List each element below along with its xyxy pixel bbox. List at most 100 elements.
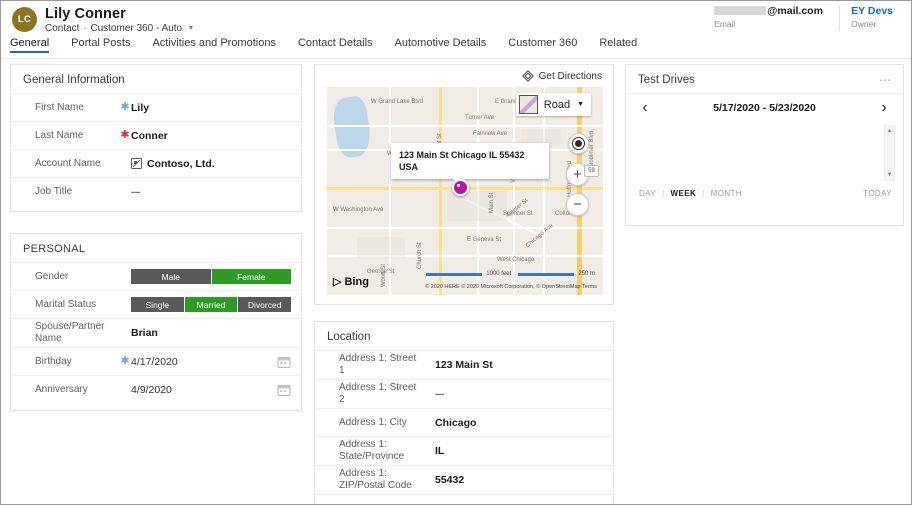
field-first-name[interactable]: First Name ✱ Lily (11, 93, 301, 121)
field-spouse-partner-name[interactable]: Spouse/Partner Name Brian (11, 318, 301, 347)
account-name-value-wrap: Contoso, Ltd. (131, 158, 291, 170)
get-directions-button[interactable]: Get Directions (521, 70, 602, 82)
calendar-body[interactable]: ▲ ▼ (626, 123, 903, 185)
calendar-navigation: ‹ 5/17/2020 - 5/23/2020 › (626, 93, 903, 123)
avatar: LC (12, 7, 37, 32)
tab-customer-360[interactable]: Customer 360 (508, 37, 577, 53)
next-period-button[interactable]: › (875, 100, 893, 116)
view-week[interactable]: WEEK (671, 189, 697, 198)
tab-related[interactable]: Related (599, 37, 637, 53)
map-street-label: E Geneva St (467, 237, 502, 243)
tab-portal-posts[interactable]: Portal Posts (71, 37, 130, 53)
view-separator: | (662, 189, 665, 198)
map-road (439, 87, 442, 295)
map-canvas[interactable]: W Grand Lake Blvd E Grand Lake Turner Av… (327, 87, 603, 295)
scale-metric-label: 250 m (578, 271, 595, 277)
field-address-city[interactable]: Address 1: City Chicago (315, 408, 613, 436)
location-title: Location (327, 331, 371, 343)
gender-option-female[interactable]: Female (211, 269, 291, 284)
view-separator: | (702, 189, 705, 198)
field-row-partial (315, 494, 613, 504)
date-range-label: 5/17/2020 - 5/23/2020 (713, 102, 816, 114)
account-name-label: Account Name (35, 157, 101, 169)
marital-status-toggle-group[interactable]: Single Married Divorced (131, 297, 292, 312)
bing-logo-text: Bing (344, 275, 369, 288)
field-gender[interactable]: Gender Male Female (11, 262, 301, 290)
marital-option-married[interactable]: Married (184, 297, 238, 312)
marital-status-label: Marital Status (35, 298, 97, 310)
spouse-value: Brian (131, 327, 158, 339)
field-job-title[interactable]: Job Title --- (11, 177, 301, 205)
field-address-street-2[interactable]: Address 1: Street 2 --- (315, 379, 613, 408)
field-marital-status[interactable]: Marital Status Single Married Divorced (11, 290, 301, 318)
previous-period-button[interactable]: ‹ (636, 100, 654, 116)
bing-logo[interactable]: ▷ Bing (333, 275, 369, 289)
chevron-down-icon[interactable]: ▼ (577, 101, 584, 108)
calendar-scrollbar[interactable]: ▲ ▼ (884, 125, 895, 181)
location-dot-icon (575, 140, 582, 147)
more-options-icon[interactable]: ⋯ (879, 74, 892, 86)
personal-title: PERSONAL (23, 243, 86, 255)
marital-option-divorced[interactable]: Divorced (238, 297, 292, 312)
calendar-icon[interactable] (277, 383, 291, 397)
calendar-icon[interactable] (277, 355, 291, 369)
map-type-selector[interactable]: Road ▼ (515, 93, 591, 116)
required-indicator: ✱ (120, 101, 130, 113)
view-month[interactable]: MONTH (711, 189, 742, 198)
map-scale-bars: 1000 feet 250 m (419, 271, 595, 277)
map-pin-icon[interactable] (452, 179, 469, 196)
map-type-label: Road (543, 98, 571, 111)
email-value: @mail.com (714, 5, 829, 17)
zip-label: Address 1: ZIP/Postal Code (339, 468, 412, 491)
email-field[interactable]: @mail.com Email (714, 5, 839, 29)
test-drives-header: Test Drives ⋯ (626, 65, 903, 93)
field-account-name[interactable]: Account Name Contoso, Ltd. (11, 149, 301, 177)
get-directions-label: Get Directions (538, 70, 602, 82)
scroll-down-icon[interactable]: ▼ (885, 170, 894, 180)
gender-option-male[interactable]: Male (131, 269, 211, 284)
test-drives-card: Test Drives ⋯ ‹ 5/17/2020 - 5/23/2020 › … (625, 64, 904, 226)
map-street-label: W Grand Lake Blvd (371, 99, 424, 105)
field-address-state[interactable]: Address 1: State/Province IL (315, 436, 613, 465)
today-button[interactable]: TODAY (863, 189, 892, 198)
subtitle-separator: · (83, 23, 87, 34)
scale-metric: 250 m (518, 271, 595, 277)
anniversary-value: 4/9/2020 (131, 383, 172, 396)
field-last-name[interactable]: Last Name ✱ Conner (11, 121, 301, 149)
scroll-up-icon[interactable]: ▲ (885, 126, 894, 136)
field-birthday[interactable]: Birthday ✱ 4/17/2020 (11, 347, 301, 375)
route-shield: 59 (584, 165, 599, 177)
locate-me-button[interactable] (568, 133, 589, 154)
chevron-down-icon[interactable]: ▾ (189, 23, 193, 32)
general-information-card: General Information First Name ✱ Lily La… (10, 64, 302, 212)
map-card: Get Directions W Grand Lake Blvd E Grand… (314, 64, 614, 305)
street-2-label: Address 1: Street 2 (339, 382, 417, 405)
map-street-label: W Washington Ave (333, 207, 384, 213)
marital-option-single[interactable]: Single (131, 297, 184, 312)
callout-line-2: USA (399, 162, 419, 172)
job-title-label: Job Title (35, 185, 73, 197)
bing-mark-icon: ▷ (333, 276, 342, 288)
tab-general[interactable]: General (10, 37, 50, 53)
field-anniversary[interactable]: Anniversary 4/9/2020 (11, 375, 301, 403)
tab-contact-details[interactable]: Contact Details (298, 37, 373, 53)
location-card: Location Address 1: Street 1 123 Main St… (314, 321, 614, 504)
zoom-out-button[interactable]: − (566, 193, 589, 216)
map-street-label: Wood St (381, 264, 387, 287)
record-subtitle: Contact · Customer 360 - Auto ▾ (45, 23, 193, 34)
tab-activities-and-promotions[interactable]: Activities and Promotions (152, 37, 276, 53)
tab-automotive-details[interactable]: Automotive Details (395, 37, 487, 53)
map-road (389, 87, 391, 295)
field-address-street-1[interactable]: Address 1: Street 1 123 Main St (315, 350, 613, 379)
view-day[interactable]: DAY (639, 189, 656, 198)
owner-field[interactable]: EY Devs Owner (840, 5, 903, 29)
owner-label: Owner (851, 19, 877, 29)
map-highway (577, 87, 582, 295)
map-road (327, 125, 603, 127)
test-drives-title: Test Drives (638, 74, 695, 86)
map-attribution[interactable]: © 2020 HERE © 2020 Microsoft Corporation… (425, 284, 597, 290)
field-address-zip[interactable]: Address 1: ZIP/Postal Code 55432 (315, 465, 613, 494)
state-value: IL (435, 445, 445, 457)
owner-value[interactable]: EY Devs (851, 5, 893, 17)
gender-toggle-group[interactable]: Male Female (131, 269, 291, 284)
